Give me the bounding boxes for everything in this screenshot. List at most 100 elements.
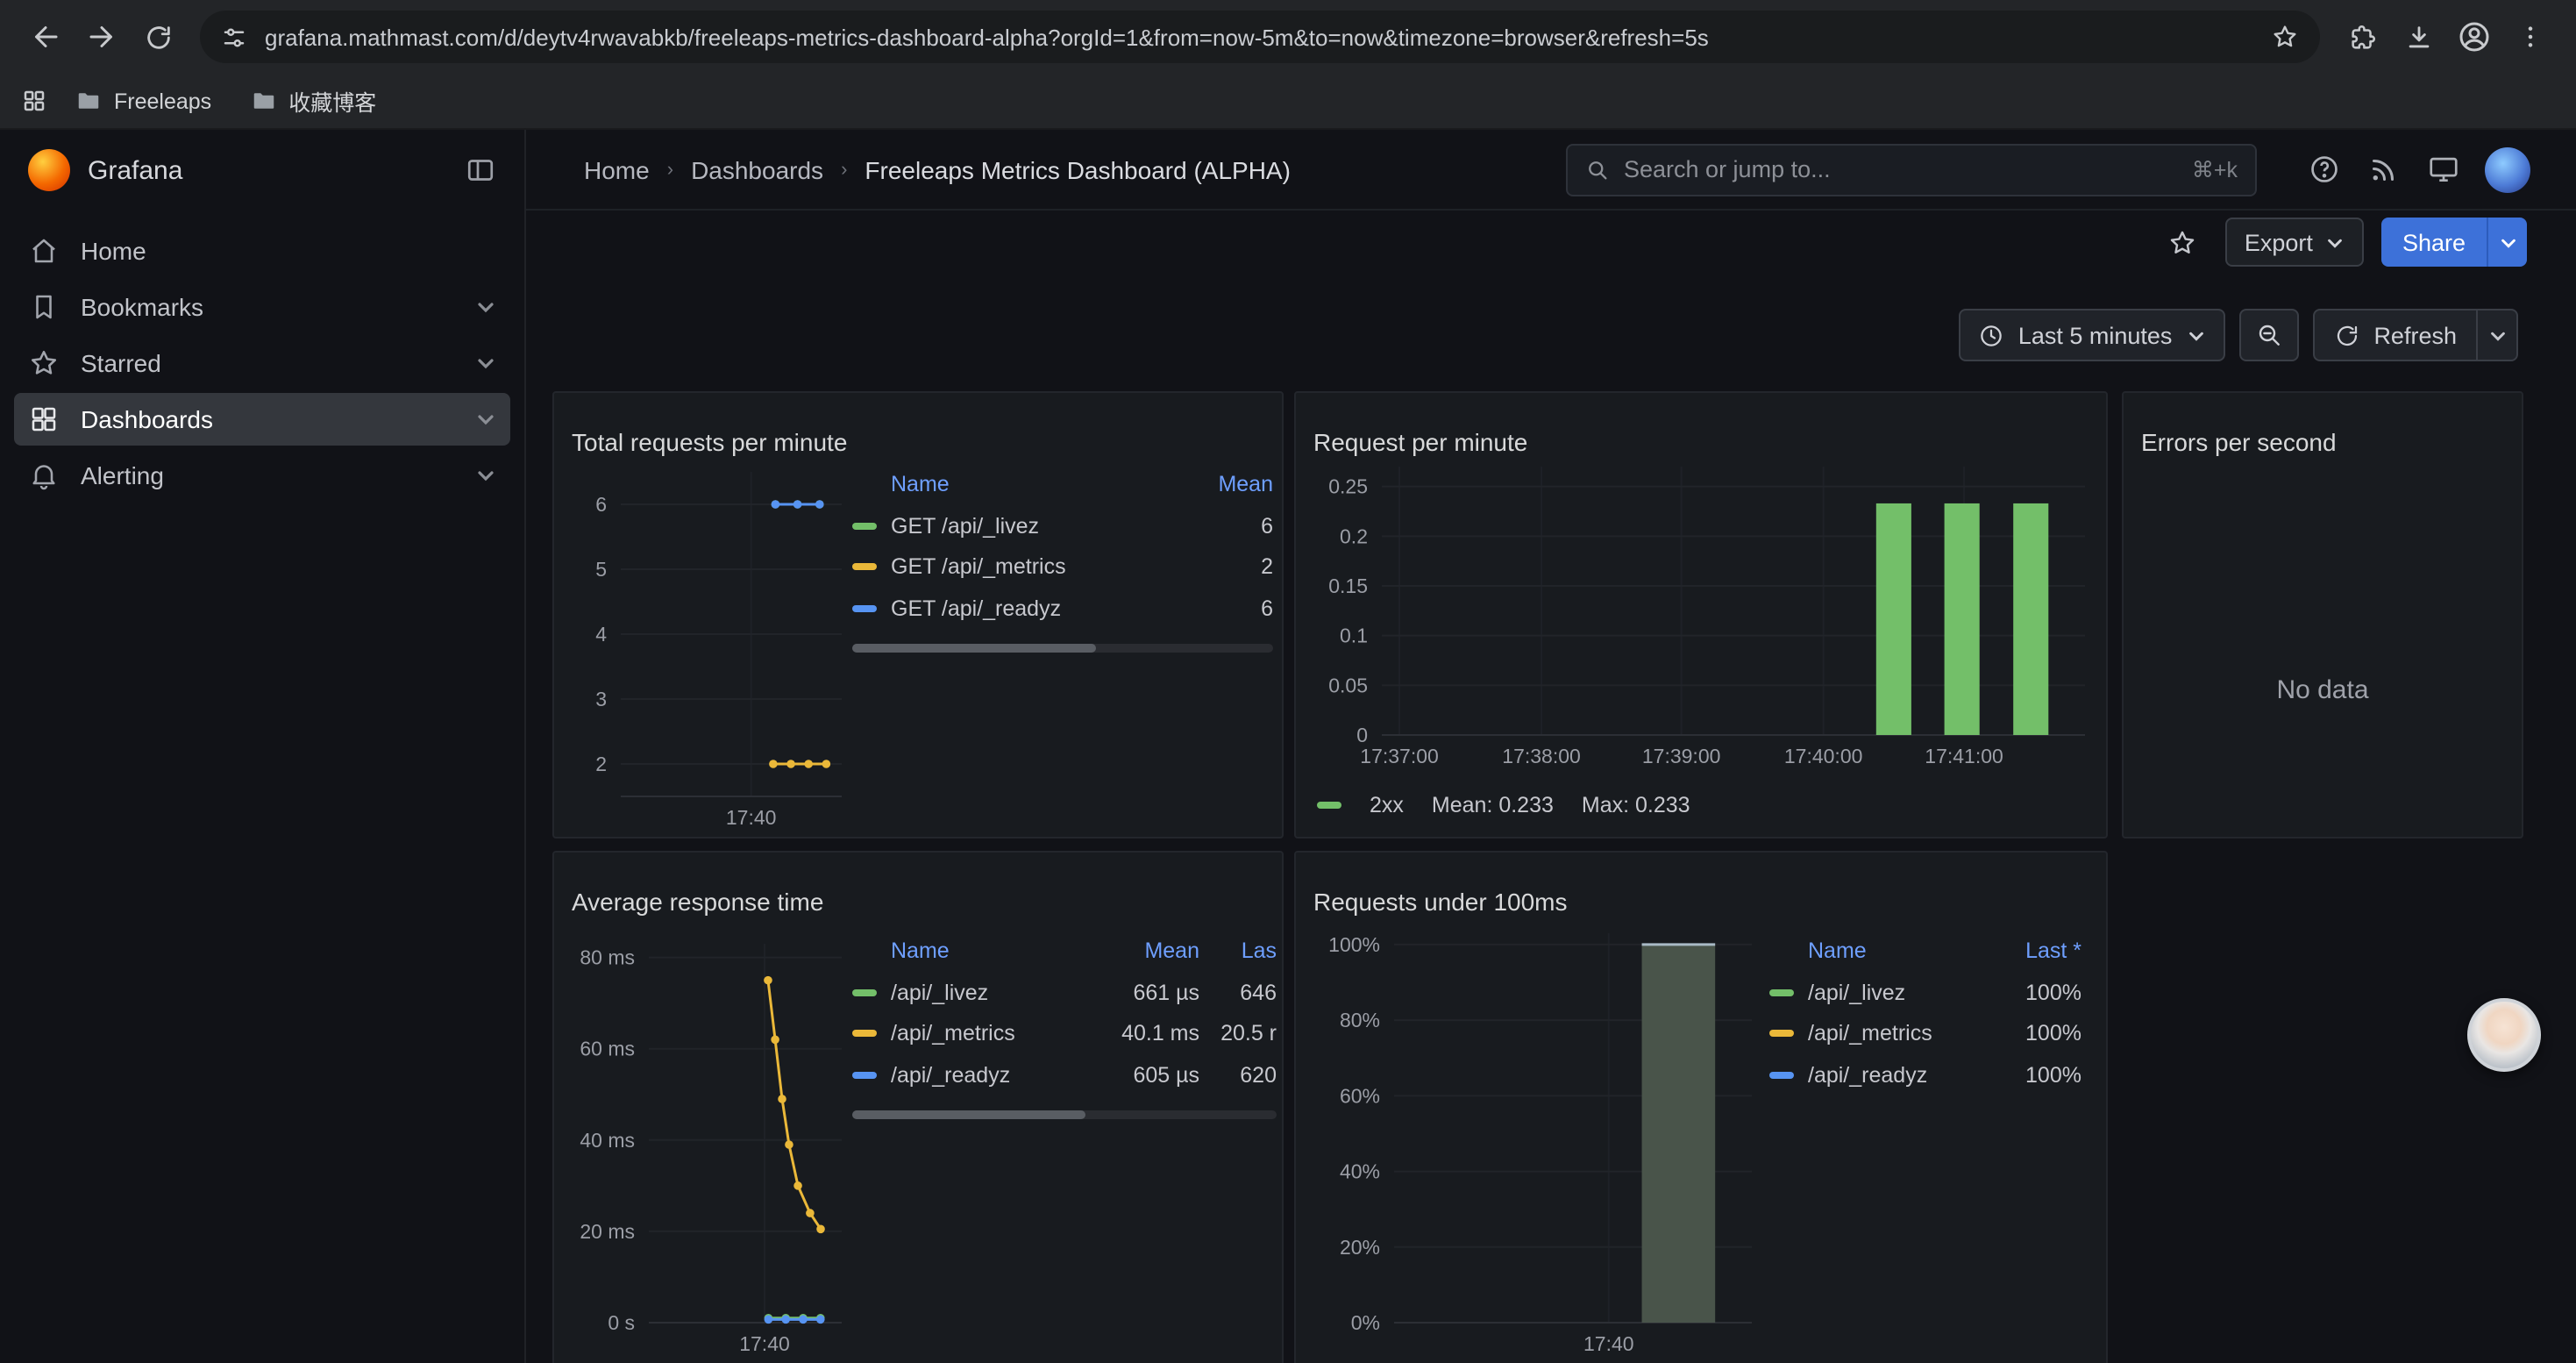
svg-text:0.05: 0.05 bbox=[1328, 674, 1368, 696]
browser-chrome: grafana.mathmast.com/d/deytv4rwavabkb/fr… bbox=[0, 0, 2576, 130]
legend-header: Name Mean bbox=[852, 463, 1273, 505]
browser-toolbar: grafana.mathmast.com/d/deytv4rwavabkb/fr… bbox=[0, 0, 2576, 74]
chevron-down-icon[interactable] bbox=[475, 353, 496, 374]
legend-series-name[interactable]: 2xx bbox=[1370, 793, 1404, 817]
legend-series-name[interactable]: /api/_livez bbox=[1808, 981, 1997, 1005]
legend-series-last: 646 bbox=[1199, 981, 1277, 1005]
zoom-out-button[interactable] bbox=[2238, 309, 2298, 361]
legend-header-mean[interactable]: Mean bbox=[1108, 938, 1199, 963]
help-icon[interactable] bbox=[2306, 152, 2341, 187]
panel-title[interactable]: Average response time bbox=[572, 887, 1264, 915]
share-split-button: Share bbox=[2381, 218, 2527, 267]
legend-header-mean[interactable]: Mean bbox=[1175, 472, 1273, 496]
assistant-avatar[interactable] bbox=[2467, 998, 2541, 1072]
back-icon[interactable] bbox=[18, 11, 74, 63]
svg-text:17:40: 17:40 bbox=[1583, 1332, 1634, 1355]
panel-title[interactable]: Request per minute bbox=[1313, 427, 2089, 455]
legend-series-last: 20.5 r bbox=[1199, 1022, 1277, 1046]
legend-header-last[interactable]: Las bbox=[1199, 938, 1277, 963]
search-input[interactable]: Search or jump to... ⌘+k bbox=[1566, 143, 2257, 196]
panel-title[interactable]: Requests under 100ms bbox=[1313, 887, 2089, 915]
downloads-icon[interactable] bbox=[2390, 11, 2446, 63]
legend-series-mean: 661 µs bbox=[1108, 981, 1199, 1005]
sidebar-item-bookmarks[interactable]: Bookmarks bbox=[14, 281, 510, 333]
refresh-interval-button[interactable] bbox=[2476, 309, 2518, 361]
forward-icon[interactable] bbox=[74, 11, 130, 63]
legend-scrollbar[interactable] bbox=[852, 1110, 1277, 1118]
folder-icon bbox=[250, 88, 276, 114]
browser-menu-icon[interactable] bbox=[2502, 11, 2558, 63]
legend-series-mean: 2 bbox=[1175, 555, 1273, 580]
legend-series-name[interactable]: /api/_livez bbox=[891, 981, 1108, 1005]
chevron-down-icon[interactable] bbox=[475, 465, 496, 486]
star-dashboard-icon[interactable] bbox=[2159, 218, 2208, 267]
share-menu-button[interactable] bbox=[2487, 218, 2527, 267]
legend-row: /api/_readyz 100% bbox=[1769, 1054, 2081, 1095]
url-text[interactable]: grafana.mathmast.com/d/deytv4rwavabkb/fr… bbox=[265, 24, 2253, 50]
collapse-menu-icon[interactable] bbox=[465, 154, 496, 186]
star-icon bbox=[28, 347, 60, 379]
sidebar-item-dashboards[interactable]: Dashboards bbox=[14, 393, 510, 446]
legend-header-name[interactable]: Name bbox=[1769, 938, 1997, 963]
panel-requests-under-100ms: Requests under 100ms 0%20%40%60%80%100%1… bbox=[1294, 851, 2108, 1363]
refresh-button[interactable]: Refresh bbox=[2312, 309, 2476, 361]
news-rss-icon[interactable] bbox=[2366, 152, 2401, 187]
user-avatar[interactable] bbox=[2485, 146, 2530, 192]
legend-header: Name Mean Las bbox=[852, 930, 1277, 972]
svg-text:17:39:00: 17:39:00 bbox=[1642, 745, 1721, 767]
series-color-mark bbox=[852, 989, 877, 996]
sidebar-item-home[interactable]: Home bbox=[14, 225, 510, 277]
reload-icon[interactable] bbox=[130, 11, 186, 63]
legend-scrollbar[interactable] bbox=[852, 643, 1273, 652]
svg-text:17:37:00: 17:37:00 bbox=[1360, 745, 1439, 767]
apps-grid-icon[interactable] bbox=[21, 88, 47, 114]
legend-series-name[interactable]: /api/_metrics bbox=[1808, 1022, 1997, 1046]
export-button[interactable]: Export bbox=[2225, 218, 2364, 267]
search-icon bbox=[1585, 157, 1610, 182]
legend-table: Name Last * /api/_livez 100% /api/_metri… bbox=[1769, 930, 2081, 1095]
profile-avatar[interactable] bbox=[2446, 11, 2502, 63]
sidebar-item-label: Starred bbox=[81, 349, 161, 377]
breadcrumb-current: Freeleaps Metrics Dashboard (ALPHA) bbox=[865, 155, 1291, 183]
panel-title[interactable]: Total requests per minute bbox=[572, 427, 1264, 455]
legend-series-name[interactable]: GET /api/_metrics bbox=[891, 555, 1175, 580]
legend-header-name[interactable]: Name bbox=[852, 472, 1175, 496]
scrollbar-thumb[interactable] bbox=[852, 1110, 1085, 1118]
export-label: Export bbox=[2245, 229, 2313, 255]
breadcrumb-home[interactable]: Home bbox=[584, 155, 650, 183]
legend-series-mean: 6 bbox=[1175, 514, 1273, 539]
svg-text:0 s: 0 s bbox=[608, 1311, 635, 1334]
breadcrumb-dashboards[interactable]: Dashboards bbox=[691, 155, 823, 183]
legend-row: /api/_livez 661 µs 646 bbox=[852, 972, 1277, 1013]
chevron-down-icon[interactable] bbox=[475, 296, 496, 318]
legend-series-name[interactable]: /api/_readyz bbox=[891, 1063, 1108, 1088]
apps-icon bbox=[28, 403, 60, 435]
legend-header-last[interactable]: Last * bbox=[1997, 938, 2081, 963]
series-color-mark bbox=[852, 523, 877, 530]
refresh-icon bbox=[2333, 322, 2359, 348]
sidebar-item-starred[interactable]: Starred bbox=[14, 337, 510, 389]
legend-row: GET /api/_livez 6 bbox=[852, 505, 1273, 546]
bookmark-folder-freeleaps[interactable]: Freeleaps bbox=[65, 82, 222, 119]
url-bar[interactable]: grafana.mathmast.com/d/deytv4rwavabkb/fr… bbox=[200, 11, 2320, 63]
legend-series-name[interactable]: /api/_readyz bbox=[1808, 1063, 1997, 1088]
legend-series-name[interactable]: GET /api/_readyz bbox=[891, 596, 1175, 621]
chevron-down-icon[interactable] bbox=[475, 409, 496, 430]
monitor-icon[interactable] bbox=[2425, 152, 2460, 187]
scrollbar-thumb[interactable] bbox=[852, 643, 1096, 652]
time-range-picker[interactable]: Last 5 minutes bbox=[1959, 309, 2225, 361]
site-settings-icon[interactable] bbox=[221, 24, 247, 50]
legend-row: /api/_metrics 100% bbox=[1769, 1013, 2081, 1054]
sidebar-item-alerting[interactable]: Alerting bbox=[14, 449, 510, 502]
legend-series-name[interactable]: /api/_metrics bbox=[891, 1022, 1108, 1046]
bar-chart: 0%20%40%60%80%100%17:40 bbox=[1310, 912, 1762, 1363]
share-button[interactable]: Share bbox=[2381, 218, 2487, 267]
legend-header-name[interactable]: Name bbox=[852, 938, 1108, 963]
panel-average-response-time: Average response time 0 s20 ms40 ms60 ms… bbox=[552, 851, 1284, 1363]
screenshot-root: grafana.mathmast.com/d/deytv4rwavabkb/fr… bbox=[0, 0, 2576, 1363]
legend-series-name[interactable]: GET /api/_livez bbox=[891, 514, 1175, 539]
bookmark-page-icon[interactable] bbox=[2271, 23, 2299, 51]
svg-text:0.1: 0.1 bbox=[1340, 624, 1368, 647]
extensions-icon[interactable] bbox=[2334, 11, 2390, 63]
bookmark-folder-blogs[interactable]: 收藏博客 bbox=[239, 79, 387, 123]
